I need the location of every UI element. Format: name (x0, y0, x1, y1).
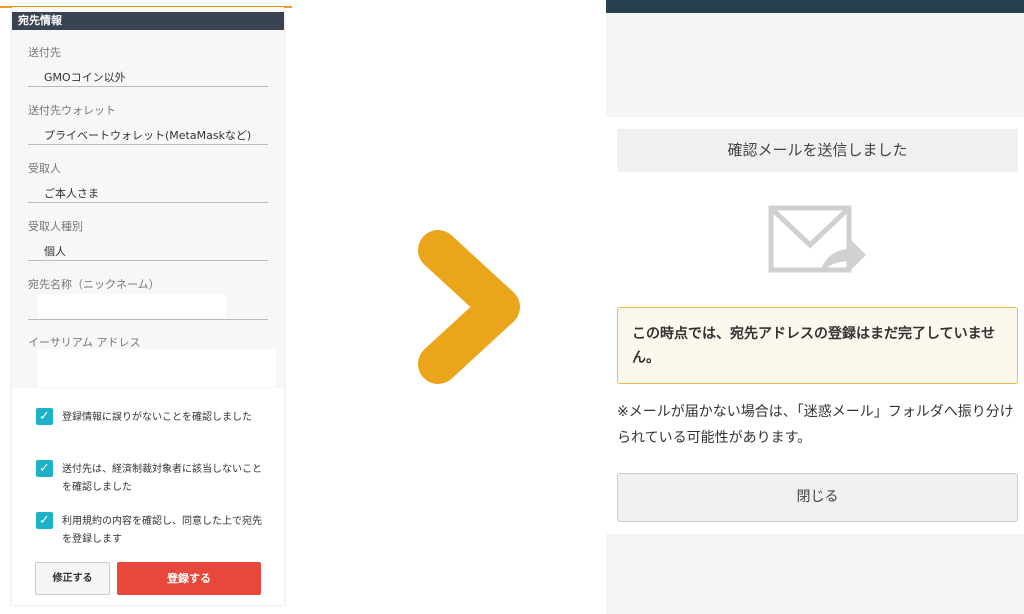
divider (28, 86, 268, 87)
section-header: 宛先情報 (12, 12, 284, 30)
top-spacer (606, 13, 1024, 117)
field-value: プライベートウォレット(MetaMaskなど) (44, 129, 252, 142)
field-eth-address: イーサリアム アドレス (28, 334, 276, 387)
mail-forward-icon (768, 205, 868, 281)
field-recipient: 受取人 ご本人さま (28, 160, 268, 203)
register-button[interactable]: 登録する (117, 562, 261, 595)
close-button[interactable]: 閉じる (617, 473, 1018, 522)
check-label: 送付先は、経済制裁対象者に該当しないことを確認しました (62, 464, 262, 493)
spam-note: ※メールが届かない場合は、「迷惑メール」フォルダへ振り分けられている可能性があり… (617, 404, 1014, 446)
divider (28, 319, 268, 320)
field-nickname: 宛先名称（ニックネーム） (28, 276, 268, 320)
field-value: ご本人さま (44, 187, 99, 200)
sent-title: 確認メールを送信しました (617, 129, 1018, 172)
bottom-spacer (606, 534, 1024, 614)
checkbox-sanctions[interactable]: ✓ (36, 460, 53, 477)
field-recipient-type: 受取人種別 個人 (28, 218, 268, 261)
field-wallet: 送付先ウォレット プライベートウォレット(MetaMaskなど) (28, 102, 268, 145)
divider (28, 202, 268, 203)
field-label: 送付先 (28, 46, 61, 59)
edit-button[interactable]: 修正する (35, 562, 110, 595)
check-label: 利用規約の内容を確認し、同意した上で宛先を登録します (62, 516, 262, 545)
divider (28, 260, 268, 261)
field-label: 受取人種別 (28, 220, 83, 233)
field-label: 宛先名称（ニックネーム） (28, 278, 160, 291)
checkbox-terms[interactable]: ✓ (36, 512, 53, 529)
nickname-input[interactable] (38, 294, 226, 318)
field-destination: 送付先 GMOコイン以外 (28, 44, 268, 87)
field-label: 受取人 (28, 162, 61, 175)
field-label: イーサリアム アドレス (28, 336, 141, 349)
checkbox-confirm-info[interactable]: ✓ (36, 408, 53, 425)
notice-box: この時点では、宛先アドレスの登録はまだ完了していません。 (617, 307, 1018, 384)
field-label: 送付先ウォレット (28, 104, 116, 117)
check-label: 登録情報に誤りがないことを確認しました (62, 412, 252, 423)
divider (28, 144, 268, 145)
field-value: GMOコイン以外 (44, 71, 126, 84)
chevron-right-icon (410, 230, 530, 389)
app-top-bar (606, 0, 1024, 13)
field-value: 個人 (44, 245, 66, 258)
eth-address-input[interactable] (38, 349, 276, 387)
